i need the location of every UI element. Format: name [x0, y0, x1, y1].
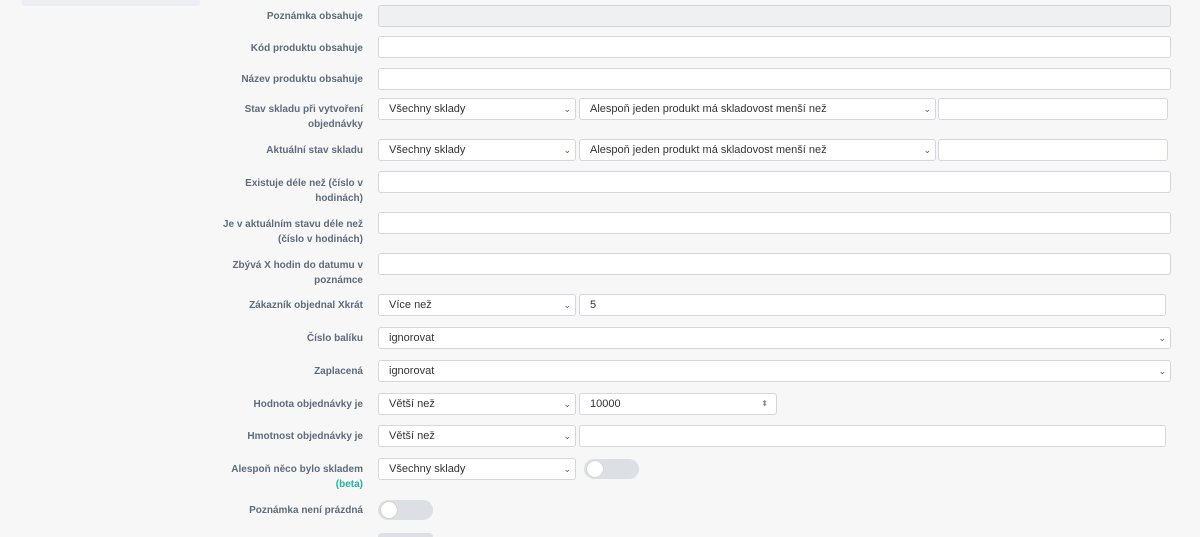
current-stock-condition-select[interactable]: Alespoň jeden produkt má skladovost menš… — [579, 139, 936, 161]
label-stock-at-creation: Stav skladu při vytvoření objednávky — [193, 102, 363, 132]
chevron-down-icon: ⌄ — [1158, 366, 1166, 376]
order-value-operator-value: Větší než — [389, 398, 435, 410]
label-package-number: Číslo balíku — [306, 333, 363, 344]
toggle-knob — [587, 461, 603, 477]
label-hours-to-date: Zbývá X hodin do datumu v poznámce — [193, 258, 363, 288]
label-hours-to-date-line2: poznámce — [314, 275, 363, 286]
customer-ordered-value-input[interactable]: 5 — [579, 294, 1166, 316]
label-order-value: Hodnota objednávky je — [253, 399, 363, 410]
package-number-value: ignorovat — [389, 332, 435, 344]
paid-value: ignorovat — [389, 365, 435, 377]
in-state-longer-input[interactable] — [378, 212, 1171, 234]
label-order-weight: Hmotnost objednávky je — [247, 431, 363, 442]
something-in-stock-warehouse-value: Všechny sklady — [389, 463, 466, 475]
label-paid: Zaplacená — [314, 366, 363, 377]
note-contains-input[interactable] — [378, 5, 1171, 27]
chevron-down-icon: ⌄ — [563, 399, 571, 409]
label-in-state-longer: Je v aktuálním stavu déle než (číslo v h… — [193, 217, 363, 247]
toggle-knob — [381, 502, 397, 518]
label-stock-at-creation-line2: objednávky — [307, 119, 363, 130]
chevron-down-icon: ⌄ — [563, 300, 571, 310]
order-value-input[interactable]: 10000 ⬍ — [579, 393, 777, 415]
hours-to-date-input[interactable] — [378, 253, 1171, 275]
label-something-in-stock-text: Alespoň něco bylo skladem — [231, 464, 363, 475]
label-exists-longer-line2: hodinách) — [315, 193, 363, 204]
label-exists-longer-line1: Existuje déle než (číslo v — [245, 178, 363, 189]
order-value-operator-select[interactable]: Větší než ⌄ — [378, 393, 576, 415]
current-stock-warehouse-select[interactable]: Všechny sklady ⌄ — [378, 139, 576, 161]
label-something-in-stock: Alespoň něco bylo skladem (beta) — [193, 462, 363, 492]
label-hours-to-date-line1: Zbývá X hodin do datumu v — [232, 260, 363, 271]
label-product-name-contains: Název produktu obsahuje — [241, 74, 363, 85]
order-weight-operator-select[interactable]: Větší než ⌄ — [378, 425, 576, 447]
stock-at-creation-warehouse-select[interactable]: Všechny sklady ⌄ — [378, 98, 576, 120]
something-in-stock-warehouse-select[interactable]: Všechny sklady ⌄ — [378, 458, 576, 480]
current-stock-warehouse-value: Všechny sklady — [389, 144, 466, 156]
label-note-not-empty: Poznámka není prázdná — [249, 505, 363, 516]
label-note-contains: Poznámka obsahuje — [266, 11, 363, 22]
something-in-stock-toggle[interactable] — [584, 459, 639, 479]
order-weight-value-input[interactable] — [579, 425, 1166, 447]
chevron-down-icon: ⌄ — [1158, 333, 1166, 343]
chevron-down-icon: ⌄ — [563, 145, 571, 155]
current-stock-value-input[interactable] — [938, 139, 1168, 161]
label-in-state-longer-line2: (číslo v hodinách) — [277, 234, 363, 245]
beta-badge: (beta) — [335, 479, 363, 490]
label-product-code-contains: Kód produktu obsahuje — [250, 43, 363, 54]
chevron-down-icon: ⌄ — [563, 431, 571, 441]
product-code-contains-input[interactable] — [378, 36, 1171, 58]
customer-ordered-operator-select[interactable]: Více než ⌄ — [378, 294, 576, 316]
label-customer-ordered: Zákazník objednal Xkrát — [249, 300, 363, 311]
note-not-empty-toggle[interactable] — [378, 500, 433, 520]
stock-at-creation-warehouse-value: Všechny sklady — [389, 103, 466, 115]
paid-select[interactable]: ignorovat ⌄ — [378, 360, 1171, 382]
stock-at-creation-value-input[interactable] — [938, 98, 1168, 120]
stock-at-creation-condition-select[interactable]: Alespoň jeden produkt má skladovost menš… — [579, 98, 936, 120]
order-value-number: 10000 — [590, 398, 621, 410]
order-filter-form: Poznámka obsahuje Kód produktu obsahuje … — [0, 0, 1200, 537]
spinner-icon[interactable]: ⬍ — [761, 394, 768, 414]
product-name-contains-input[interactable] — [378, 68, 1171, 90]
chevron-down-icon: ⌄ — [923, 145, 931, 155]
label-in-state-longer-line1: Je v aktuálním stavu déle než — [222, 219, 363, 230]
next-toggle-partial[interactable] — [378, 533, 433, 537]
customer-ordered-operator-value: Více než — [389, 299, 432, 311]
current-stock-condition-value: Alespoň jeden produkt má skladovost menš… — [590, 144, 827, 156]
label-current-stock: Aktuální stav skladu — [266, 145, 363, 156]
exists-longer-input[interactable] — [378, 171, 1171, 193]
chevron-down-icon: ⌄ — [923, 104, 931, 114]
label-exists-longer: Existuje déle než (číslo v hodinách) — [193, 176, 363, 206]
label-stock-at-creation-line1: Stav skladu při vytvoření — [244, 104, 363, 115]
order-weight-operator-value: Větší než — [389, 430, 435, 442]
chevron-down-icon: ⌄ — [563, 464, 571, 474]
package-number-select[interactable]: ignorovat ⌄ — [378, 327, 1171, 349]
chevron-down-icon: ⌄ — [563, 104, 571, 114]
stock-at-creation-condition-value: Alespoň jeden produkt má skladovost menš… — [590, 103, 827, 115]
